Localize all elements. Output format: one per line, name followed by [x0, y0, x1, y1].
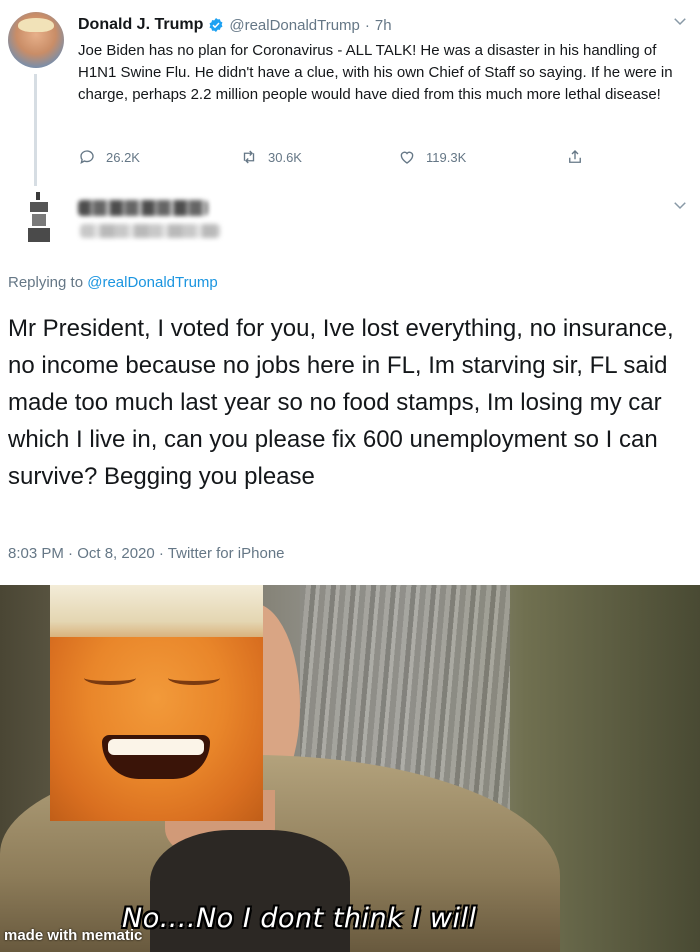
share-button[interactable] — [566, 148, 584, 166]
meme-image: No....No I dont think I will made with m… — [0, 585, 700, 952]
thread-connector-line — [34, 74, 37, 186]
replier-avatar[interactable] — [22, 188, 56, 246]
tweet-text: Joe Biden has no plan for Coronavirus - … — [78, 42, 673, 103]
chevron-down-icon[interactable] — [671, 12, 689, 30]
chevron-down-icon[interactable] — [671, 196, 689, 214]
replying-prefix: Replying to — [8, 274, 84, 291]
share-icon — [569, 150, 581, 163]
reply-text: Mr President, I voted for you, Ive lost … — [8, 315, 674, 490]
reply-timestamp[interactable]: 8:03 PM · Oct 8, 2020 · Twitter for iPho… — [8, 545, 285, 562]
meme-caption: No....No I dont think I will — [122, 903, 477, 934]
retweet-button[interactable]: 30.6K — [240, 148, 302, 166]
heart-icon — [400, 151, 414, 164]
author-handle[interactable]: @realDonaldTrump — [229, 17, 360, 34]
author-name[interactable]: Donald J. Trump — [78, 16, 203, 34]
tweet-time[interactable]: 7h — [375, 17, 392, 34]
reply-button[interactable]: 26.2K — [78, 148, 140, 166]
author-avatar[interactable] — [8, 12, 64, 68]
reply-count: 26.2K — [106, 149, 140, 165]
replier-handle-blurred[interactable] — [80, 224, 220, 238]
mematic-watermark: made with mematic — [4, 927, 143, 944]
header-separator: · — [364, 16, 370, 34]
retweet-icon — [243, 150, 255, 164]
pasted-laughing-face — [50, 585, 263, 821]
replying-mention-link[interactable]: @realDonaldTrump — [87, 274, 218, 291]
tweet-header: Donald J. Trump @realDonaldTrump · 7h — [78, 14, 392, 36]
retweet-count: 30.6K — [268, 149, 302, 165]
reply-bubble-icon — [80, 150, 94, 164]
replier-name-blurred[interactable] — [78, 200, 208, 216]
replying-to: Replying to @realDonaldTrump — [8, 274, 218, 291]
like-button[interactable]: 119.3K — [398, 148, 466, 166]
verified-badge-icon — [209, 18, 223, 32]
like-count: 119.3K — [426, 149, 467, 165]
